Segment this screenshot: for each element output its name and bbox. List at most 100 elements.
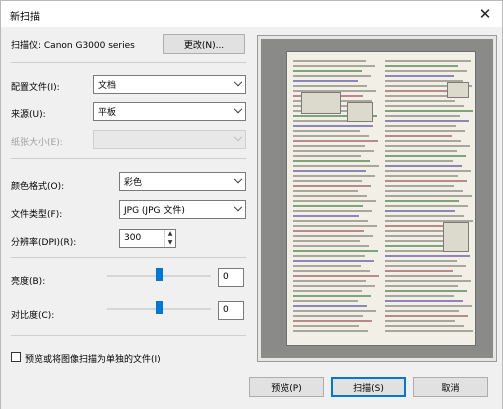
contrast-value[interactable]: 0 bbox=[218, 301, 244, 320]
spin-up-icon[interactable]: ▲ bbox=[164, 230, 175, 238]
color-format-select[interactable]: 彩色 bbox=[119, 172, 246, 191]
page-text-line bbox=[385, 155, 466, 157]
page-text-line bbox=[385, 145, 470, 147]
chevron-down-icon bbox=[233, 202, 243, 212]
source-value: 平板 bbox=[98, 108, 117, 118]
page-text-line bbox=[385, 115, 460, 117]
preview-button[interactable]: 预览(P) bbox=[249, 377, 324, 397]
page-figure bbox=[447, 82, 469, 98]
page-text-line bbox=[293, 140, 378, 142]
page-text-line bbox=[385, 185, 454, 187]
page-text-line bbox=[385, 100, 455, 102]
preview-background bbox=[261, 39, 493, 358]
page-text-line bbox=[293, 195, 367, 197]
page-text-line bbox=[385, 105, 464, 107]
separator bbox=[11, 62, 246, 63]
spin-down-icon[interactable]: ▼ bbox=[164, 239, 175, 247]
page-text-line bbox=[293, 295, 371, 297]
page-text-line bbox=[385, 70, 467, 72]
page-text-line bbox=[293, 165, 379, 167]
page-text-line bbox=[385, 195, 472, 197]
page-text-line bbox=[293, 85, 367, 87]
page-text-line bbox=[385, 130, 465, 132]
page-text-line bbox=[293, 235, 373, 237]
page-text-line bbox=[293, 200, 376, 202]
page-text-line bbox=[293, 280, 366, 282]
page-text-line bbox=[385, 165, 462, 167]
page-text-line bbox=[385, 170, 471, 172]
separator bbox=[11, 158, 246, 159]
scan-preview[interactable] bbox=[257, 35, 497, 362]
page-text-line bbox=[293, 330, 368, 332]
source-select[interactable]: 平板 bbox=[93, 102, 246, 121]
page-text-line bbox=[385, 120, 469, 122]
page-text-line bbox=[385, 210, 455, 212]
page-text-line bbox=[385, 215, 464, 217]
page-text-line bbox=[385, 270, 453, 272]
close-icon[interactable]: ✕ bbox=[471, 3, 499, 25]
file-type-select[interactable]: JPG (JPG 文件) bbox=[119, 200, 246, 219]
page-text-line bbox=[385, 255, 470, 257]
page-text-line bbox=[293, 210, 372, 212]
chevron-down-icon bbox=[233, 77, 243, 87]
new-scan-dialog: 新扫描 ✕ 扫描仪: Canon G3000 series 更改(N)... 配… bbox=[0, 0, 503, 409]
scanned-page-image bbox=[286, 51, 476, 346]
page-text-line bbox=[293, 155, 361, 157]
file-type-label: 文件类型(F): bbox=[11, 210, 63, 220]
page-figure bbox=[443, 222, 469, 252]
page-text-line bbox=[293, 270, 370, 272]
page-text-line bbox=[385, 175, 458, 177]
page-text-line bbox=[385, 65, 458, 67]
brightness-value[interactable]: 0 bbox=[218, 268, 244, 287]
scanner-label: 扫描仪: Canon G3000 series bbox=[11, 41, 135, 51]
preview-separate-label: 预览或将图像扫描为单独的文件(I) bbox=[25, 355, 161, 365]
page-text-line bbox=[293, 230, 364, 232]
preview-separate-checkbox[interactable] bbox=[11, 352, 21, 362]
page-text-line bbox=[385, 330, 473, 332]
cancel-button[interactable]: 取消 bbox=[413, 377, 488, 397]
page-text-line bbox=[293, 300, 358, 302]
page-text-line bbox=[385, 160, 453, 162]
page-text-line bbox=[385, 60, 471, 62]
page-text-line bbox=[293, 65, 375, 67]
page-text-line bbox=[293, 180, 362, 182]
page-text-line bbox=[293, 170, 366, 172]
page-text-line bbox=[293, 70, 362, 72]
page-text-line bbox=[293, 245, 369, 247]
scan-button[interactable]: 扫描(S) bbox=[331, 377, 406, 397]
page-text-line bbox=[293, 190, 358, 192]
title-bar: 新扫描 ✕ bbox=[1, 1, 502, 27]
source-label: 来源(U): bbox=[11, 110, 46, 120]
page-text-line bbox=[293, 215, 359, 217]
window-title: 新扫描 bbox=[10, 12, 40, 23]
page-text-line bbox=[293, 240, 360, 242]
page-text-line bbox=[293, 75, 371, 77]
file-type-value: JPG (JPG 文件) bbox=[124, 206, 185, 216]
change-scanner-button[interactable]: 更改(N)... bbox=[163, 34, 245, 54]
page-text-line bbox=[293, 325, 359, 327]
resolution-value: 300 bbox=[124, 233, 142, 243]
page-text-line bbox=[293, 150, 374, 152]
page-text-line bbox=[293, 255, 365, 257]
chevron-down-icon bbox=[233, 132, 243, 142]
page-text-line bbox=[385, 150, 457, 152]
page-text-line bbox=[293, 290, 362, 292]
contrast-thumb[interactable] bbox=[155, 301, 163, 314]
color-format-label: 颜色格式(O): bbox=[11, 182, 65, 192]
page-text-line bbox=[385, 320, 455, 322]
paper-size-label: 纸张大小(E): bbox=[11, 138, 63, 148]
page-text-line bbox=[385, 295, 454, 297]
profile-label: 配置文件(I): bbox=[11, 83, 60, 93]
page-text-line bbox=[385, 125, 456, 127]
resolution-stepper[interactable]: 300 ▲ ▼ bbox=[119, 229, 176, 248]
profile-value: 文档 bbox=[98, 81, 117, 91]
page-text-line bbox=[385, 200, 459, 202]
separator bbox=[11, 257, 246, 258]
page-text-line bbox=[293, 305, 367, 307]
profile-select[interactable]: 文档 bbox=[93, 75, 246, 94]
page-text-line bbox=[293, 225, 377, 227]
brightness-thumb[interactable] bbox=[155, 268, 163, 281]
page-text-line bbox=[293, 315, 363, 317]
page-text-line bbox=[385, 180, 467, 182]
page-text-line bbox=[385, 205, 468, 207]
